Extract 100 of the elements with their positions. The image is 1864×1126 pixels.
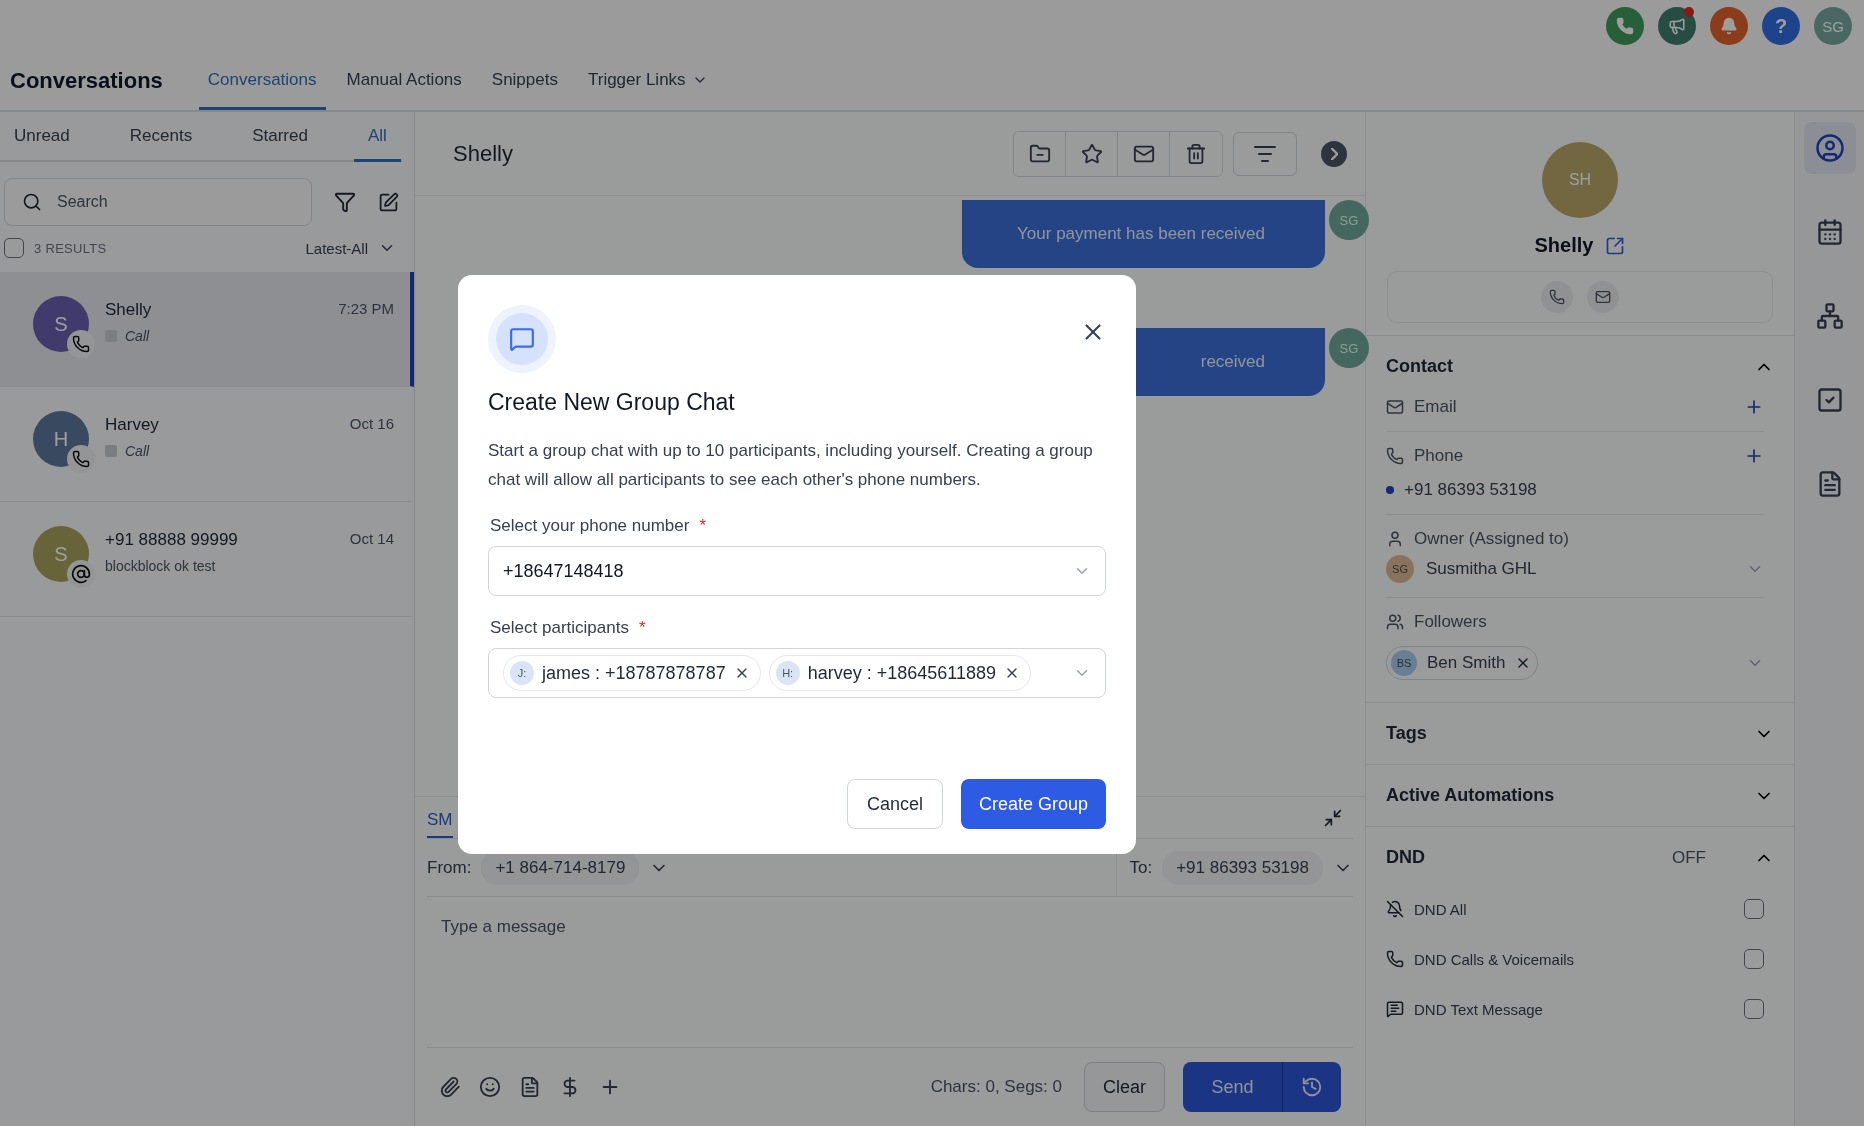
clock-icon — [1301, 1076, 1323, 1098]
trash-icon — [1185, 142, 1207, 165]
nav-tab[interactable]: Trigger Links — [578, 52, 717, 110]
sort-dropdown[interactable]: Latest-All — [305, 239, 396, 257]
participant-avatar: H: — [775, 661, 800, 685]
to-label: To: — [1129, 857, 1153, 878]
email-button[interactable] — [1587, 281, 1619, 313]
chat-bubble-icon — [509, 326, 535, 352]
filter-tab[interactable]: All — [353, 112, 401, 162]
contact-name: Shelly — [1534, 234, 1594, 257]
filter-button[interactable] — [1233, 131, 1297, 176]
phone-number-select[interactable]: +18647148418 — [488, 546, 1106, 596]
mail-icon — [1595, 289, 1611, 305]
call-button[interactable] — [1541, 281, 1573, 313]
megaphone-icon — [1668, 17, 1686, 35]
message-input[interactable]: Type a message — [427, 897, 1353, 1048]
dnd-checkbox[interactable] — [1744, 949, 1764, 969]
smile-icon[interactable] — [479, 1076, 501, 1098]
calendar-icon — [1815, 218, 1844, 246]
dnd-option-label: DND Text Message — [1414, 1000, 1544, 1018]
field-label: Followers — [1414, 612, 1488, 632]
sender-avatar: SG — [1329, 200, 1369, 240]
message-preview: Call — [125, 443, 150, 459]
results-count: 3 RESULTS — [34, 240, 107, 256]
dnd-checkbox[interactable] — [1744, 899, 1764, 919]
filter-tab[interactable]: Starred — [238, 112, 322, 162]
channel-tab[interactable]: SM — [427, 810, 453, 838]
chevron-right-icon — [1330, 147, 1338, 160]
section-header[interactable]: DND OFF — [1386, 841, 1774, 874]
megaphone-button[interactable] — [1658, 7, 1696, 45]
section-header[interactable]: Active Automations — [1386, 779, 1774, 812]
dnd-option-label: DND Calls & Voicemails — [1414, 950, 1576, 968]
minimize-icon[interactable] — [1323, 808, 1343, 828]
contact-name: Shelly — [105, 300, 152, 320]
participants-select[interactable]: J: james : +18787878787 H: harvey : +18645611889 — [488, 648, 1106, 698]
folder-icon — [1028, 142, 1051, 165]
bell-off-icon — [1386, 900, 1404, 918]
message-preview: blockblock ok test — [105, 558, 216, 574]
collapse-button[interactable] — [1321, 140, 1347, 167]
search-field[interactable]: Search — [4, 178, 312, 226]
message-preview: Call — [125, 328, 150, 344]
contact-name: Harvey — [105, 415, 159, 435]
field-label: Phone — [1414, 446, 1465, 466]
phone-icon — [1386, 950, 1404, 968]
filter-tab[interactable]: Unread — [0, 112, 84, 162]
nav-tab[interactable]: Manual Actions — [337, 52, 471, 110]
checkbox-icon — [1815, 386, 1844, 414]
contact-name: +91 88888 99999 — [105, 530, 238, 550]
field-label: Select participants — [490, 618, 629, 638]
paperclip-icon[interactable] — [439, 1076, 461, 1098]
dialog-title: Create New Group Chat — [488, 389, 736, 416]
character-counter: Chars: 0, Segs: 0 — [930, 1077, 1062, 1097]
field-label: Owner (Assigned to) — [1414, 529, 1570, 549]
required-mark: * — [699, 516, 707, 536]
participant-label: harvey : +18645611889 — [807, 662, 996, 684]
filter-tab[interactable]: Recents — [115, 112, 207, 162]
conversation-item[interactable]: S Shelly 7:23 PM Call — [0, 272, 414, 387]
section-header[interactable]: Contact — [1386, 350, 1774, 383]
dnd-checkbox[interactable] — [1744, 999, 1764, 1019]
sender-avatar: SG — [1329, 328, 1369, 368]
owner-dropdown[interactable]: SG Susmitha GHL — [1386, 549, 1764, 583]
conversation-time: Oct 14 — [349, 530, 394, 549]
user-circle-icon — [1814, 133, 1845, 163]
external-link-icon[interactable] — [1605, 235, 1626, 256]
follower-name: Ben Smith — [1427, 653, 1506, 673]
document-icon[interactable] — [519, 1076, 541, 1098]
conversation-item[interactable]: H Harvey Oct 16 Call — [0, 387, 414, 502]
section-header[interactable]: Tags — [1386, 717, 1774, 750]
contact-avatar: SH — [1542, 142, 1618, 218]
primary-dot — [1386, 486, 1394, 494]
dialog-description: Start a group chat with up to 10 participants, including yourself. Creating a group chat will allow all participants to see each other's phone numbers. — [488, 440, 1094, 491]
conversation-time: 7:23 PM — [338, 300, 394, 319]
bell-icon — [1720, 17, 1738, 35]
search-icon — [22, 192, 42, 212]
select-all-checkbox[interactable] — [4, 238, 24, 258]
page-title: Conversations — [10, 67, 163, 95]
follower-avatar: BS — [1391, 650, 1417, 676]
conversation-time: Oct 16 — [349, 415, 394, 434]
users-icon — [1386, 613, 1404, 631]
compose-icon[interactable] — [378, 191, 399, 213]
to-number[interactable]: +91 86393 53198 — [1162, 850, 1323, 885]
from-label: From: — [427, 857, 472, 878]
conversation-item[interactable]: S +91 88888 99999 Oct 14 blockblock ok test — [0, 502, 414, 617]
cancel-button[interactable]: Cancel — [846, 779, 943, 829]
participant-label: james : +18787878787 — [542, 662, 726, 684]
side-rail-button[interactable] — [1803, 122, 1856, 174]
filter-icon[interactable] — [334, 191, 356, 213]
field-label: Select your phone number — [490, 516, 690, 536]
notifications-button[interactable] — [1710, 7, 1748, 45]
create-group-button[interactable]: Create Group — [960, 779, 1106, 829]
phone-number: +91 86393 53198 — [1404, 480, 1537, 500]
phone-icon — [1616, 17, 1634, 35]
phone-button[interactable] — [1606, 7, 1644, 45]
phone-icon — [72, 450, 90, 468]
folder-button[interactable] — [1014, 131, 1066, 176]
nav-tab[interactable]: Snippets — [482, 52, 567, 110]
help-button[interactable]: ? — [1762, 7, 1800, 45]
chat-title: Shelly — [453, 140, 514, 167]
field-label: Email — [1414, 397, 1458, 417]
clear-button[interactable]: Clear — [1084, 1062, 1165, 1112]
